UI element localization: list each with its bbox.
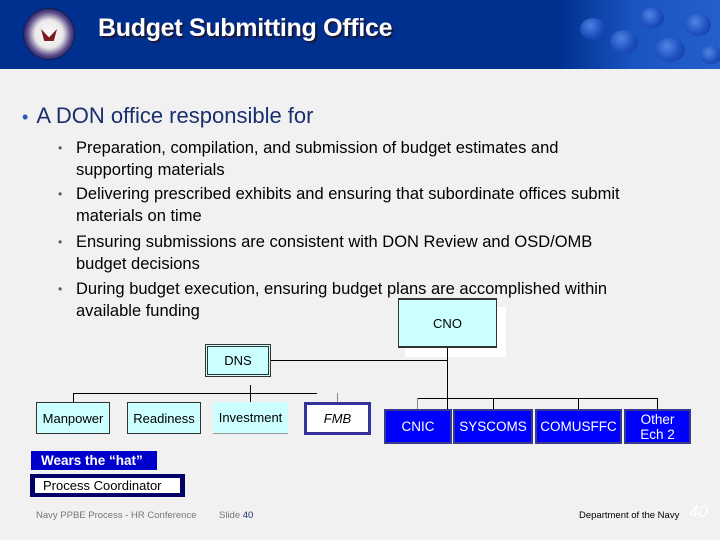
bullet-icon: • <box>22 107 29 127</box>
connector-line <box>73 393 317 394</box>
bullet-icon: • <box>58 235 63 249</box>
org-node-label: Manpower <box>42 410 104 426</box>
footer-page-number: 40 <box>689 502 708 521</box>
sub-bullet-text: Delivering prescribed exhibits and ensur… <box>76 185 620 203</box>
org-node-fmb: FMB <box>304 402 371 435</box>
hat-callout: Wears the “hat” <box>31 451 157 470</box>
header-decorative-image <box>560 0 720 69</box>
main-bullet: • A DON office responsible for <box>22 103 313 129</box>
org-node-dns: DNS <box>205 344 271 377</box>
sub-bullet-text: During budget execution, ensuring budget… <box>76 280 608 298</box>
bullet-icon: • <box>58 282 63 296</box>
sub-bullet-text: Preparation, compilation, and submission… <box>76 139 559 157</box>
slide-title: Budget Submitting Office <box>98 14 393 42</box>
org-node-label: Other <box>640 411 675 427</box>
slide-label: Slide <box>219 510 241 521</box>
sub-bullet-text: Ensuring submissions are consistent with… <box>76 233 593 251</box>
org-node-label: SYSCOMS <box>459 419 527 434</box>
org-node-comusffc: COMUSFFC <box>535 409 622 444</box>
footer-slide-number: Slide 40 <box>219 510 253 521</box>
bullet-icon: • <box>58 141 63 155</box>
org-node-label: Ech 2 <box>640 426 675 442</box>
navy-seal-icon <box>24 9 74 59</box>
sub-bullet-text: supporting materials <box>76 161 225 179</box>
org-node-cno: CNO <box>398 298 497 348</box>
org-node-label: FMB <box>323 411 352 426</box>
org-node-label: DNS <box>224 353 252 368</box>
process-coordinator-callout: Process Coordinator <box>30 474 185 497</box>
org-node-label: COMUSFFC <box>540 419 617 434</box>
sub-bullet-text: materials on time <box>76 207 202 225</box>
org-node-label: CNIC <box>401 419 435 434</box>
org-node-label: Investment <box>218 410 283 425</box>
connector-line <box>417 398 658 399</box>
connector-line <box>250 385 251 403</box>
slide-number: 40 <box>242 510 254 521</box>
bullet-icon: • <box>58 187 63 201</box>
footer-organization: Department of the Navy <box>579 510 680 521</box>
org-node-readiness: Readiness <box>127 402 201 434</box>
sub-bullet-text: budget decisions <box>76 255 200 273</box>
org-node-label: Readiness <box>133 410 195 426</box>
footer-presentation-title: Navy PPBE Process - HR Conference <box>36 510 197 521</box>
connector-line <box>271 360 448 361</box>
org-node-other-ech2: Other Ech 2 <box>624 409 691 444</box>
org-node-label: CNO <box>433 315 462 331</box>
org-node-cnic: CNIC <box>384 409 452 444</box>
main-bullet-text: A DON office responsible for <box>36 103 314 128</box>
org-node-syscoms: SYSCOMS <box>453 409 533 444</box>
slide-header: Budget Submitting Office <box>0 0 720 69</box>
org-node-manpower: Manpower <box>36 402 110 434</box>
org-node-investment: Investment <box>213 402 288 434</box>
process-coordinator-label: Process Coordinator <box>35 478 180 493</box>
sub-bullet-text: available funding <box>76 302 200 320</box>
